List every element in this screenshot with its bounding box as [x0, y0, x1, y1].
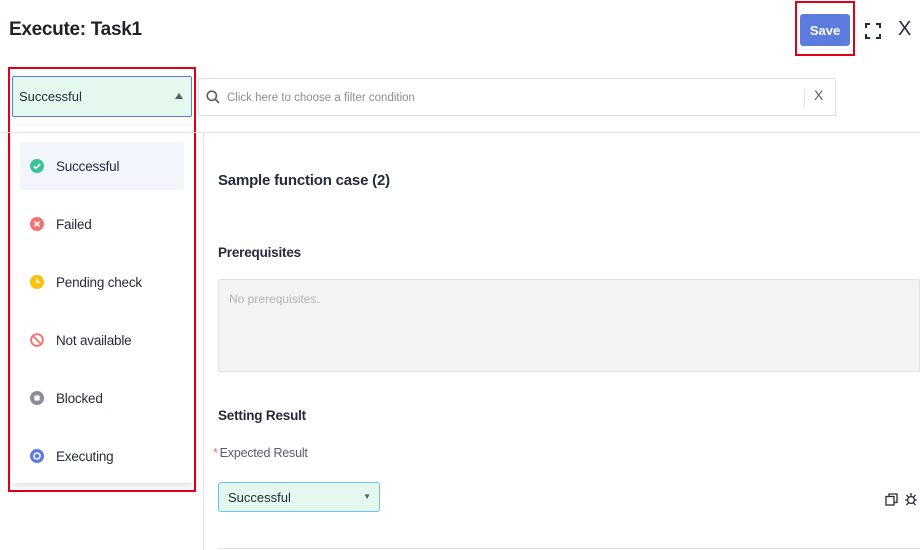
section-bottom-border — [218, 548, 920, 549]
status-option-label: Blocked — [56, 390, 103, 406]
fullscreen-icon[interactable] — [865, 23, 881, 39]
page-title: Execute: Task1 — [9, 19, 142, 40]
status-option-failed[interactable]: Failed — [20, 200, 184, 248]
status-filter-select[interactable]: Successful — [12, 76, 192, 117]
status-option-label: Not available — [56, 332, 132, 348]
status-option-blocked[interactable]: Blocked — [20, 374, 184, 422]
status-option-label: Failed — [56, 216, 92, 232]
copy-icon[interactable] — [885, 493, 898, 506]
case-title: Sample function case (2) — [218, 172, 390, 189]
status-dropdown-menu: Successful Failed Pending check Not avai… — [11, 126, 194, 483]
status-option-label: Successful — [56, 158, 120, 174]
expected-result-label: * Expected Result — [213, 446, 308, 460]
clock-circle-icon — [30, 275, 44, 289]
close-button[interactable]: X — [898, 18, 911, 40]
setting-result-heading: Setting Result — [218, 408, 306, 423]
status-option-pending-check[interactable]: Pending check — [20, 258, 184, 306]
debug-icon[interactable] — [903, 491, 919, 507]
check-circle-icon — [30, 159, 44, 173]
search-icon — [206, 90, 220, 104]
ban-icon — [30, 333, 44, 347]
prerequisites-placeholder: No prerequisites. — [229, 292, 320, 306]
caret-down-icon: ▼ — [363, 492, 371, 501]
blocked-circle-icon — [30, 391, 44, 405]
expected-result-value: Successful — [228, 489, 291, 505]
status-filter-value: Successful — [19, 89, 82, 104]
caret-up-icon — [175, 93, 183, 99]
status-option-label: Executing — [56, 448, 114, 464]
filter-input[interactable] — [227, 88, 787, 108]
required-marker: * — [213, 446, 218, 460]
status-option-not-available[interactable]: Not available — [20, 316, 184, 364]
clear-filter-button[interactable]: X — [814, 87, 823, 103]
x-circle-icon — [30, 217, 44, 231]
filter-bar: X — [198, 78, 836, 116]
save-button[interactable]: Save — [800, 14, 850, 46]
filter-divider — [804, 89, 805, 107]
executing-circle-icon — [30, 449, 44, 463]
prerequisites-heading: Prerequisites — [218, 245, 301, 260]
prerequisites-field: No prerequisites. — [218, 279, 920, 372]
header-divider — [0, 132, 920, 133]
panel-divider — [203, 132, 204, 550]
status-option-executing[interactable]: Executing — [20, 432, 184, 480]
expected-result-label-text: Expected Result — [219, 446, 308, 460]
status-option-successful[interactable]: Successful — [20, 142, 184, 190]
expected-result-select[interactable]: Successful ▼ — [218, 482, 380, 512]
status-option-label: Pending check — [56, 274, 142, 290]
